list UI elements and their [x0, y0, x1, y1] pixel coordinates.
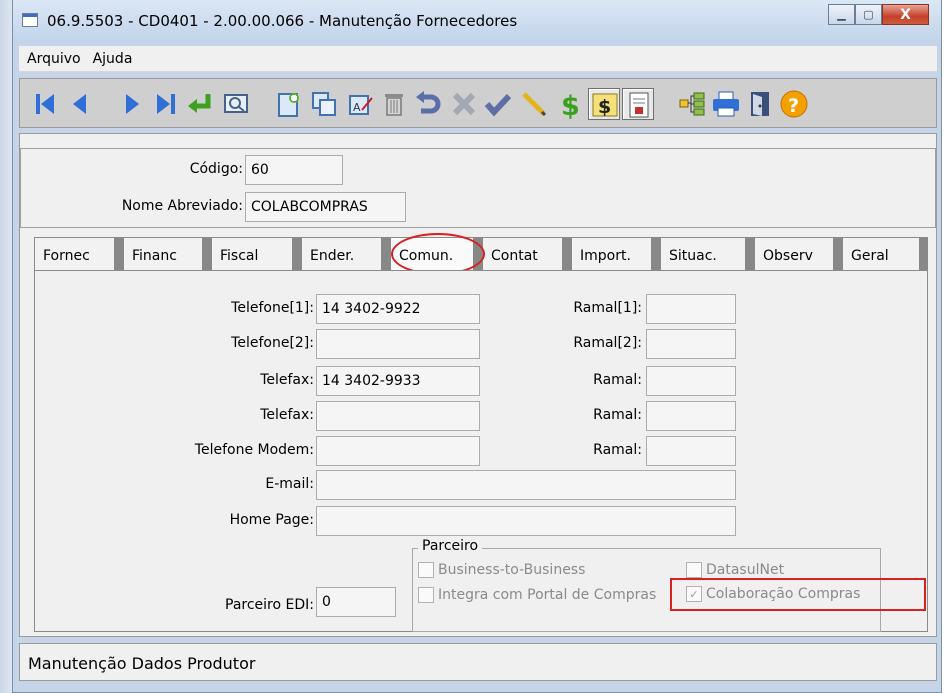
highlight-ellipse — [391, 233, 485, 275]
datasulnet-checkbox-label: DatasulNet — [706, 562, 785, 578]
b2b-checkbox-label: Business-to-Business — [438, 562, 586, 578]
svg-text:$: $ — [598, 96, 611, 118]
home-page-field[interactable] — [316, 506, 736, 536]
desktop-edge — [0, 0, 12, 693]
tab-import[interactable]: Import. — [571, 237, 660, 271]
ramal1-field[interactable] — [646, 294, 736, 324]
svg-text:$: $ — [561, 91, 580, 120]
b2b-checkbox[interactable]: Business-to-Business — [418, 562, 585, 578]
telefone2-field[interactable] — [316, 329, 480, 359]
application-window: 06.9.5503 - CD0401 - 2.00.00.066 - Manut… — [0, 0, 946, 693]
datasulnet-checkbox-box[interactable] — [686, 562, 702, 578]
header-section: Código: 60 Nome Abreviado: COLABCOMPRAS — [20, 148, 936, 228]
svg-text:A: A — [353, 101, 361, 114]
menu-ajuda[interactable]: Ajuda — [93, 51, 133, 67]
codigo-field[interactable]: 60 — [245, 155, 343, 185]
tab-financ[interactable]: Financ — [123, 237, 211, 271]
telefone1-label: Telefone[1]: — [231, 300, 314, 316]
email-label: E-mail: — [265, 476, 314, 492]
parceiro-edi-field[interactable]: 0 — [316, 587, 396, 617]
cancel-icon[interactable] — [448, 88, 480, 120]
search-icon[interactable] — [220, 88, 252, 120]
menu-bar: Arquivo Ajuda — [19, 46, 937, 72]
parceiro-edi-label: Parceiro EDI: — [225, 597, 314, 613]
exit-icon[interactable] — [744, 88, 776, 120]
portal-compras-checkbox-box[interactable] — [418, 587, 434, 603]
help-icon[interactable]: ? — [778, 88, 810, 120]
tab-observ[interactable]: Observ — [754, 237, 842, 271]
tree-icon[interactable] — [676, 88, 708, 120]
tab-fornec[interactable]: Fornec — [34, 237, 123, 271]
ramal3-label: Ramal: — [593, 372, 642, 388]
add-icon[interactable] — [272, 88, 304, 120]
next-record-icon[interactable] — [116, 88, 148, 120]
minimize-button[interactable]: ▁ — [828, 4, 855, 25]
nome-abreviado-field[interactable]: COLABCOMPRAS — [245, 192, 406, 222]
print-icon[interactable] — [710, 88, 742, 120]
close-button[interactable]: X — [882, 4, 929, 25]
tab-contat[interactable]: Contat — [482, 237, 571, 271]
codigo-label: Código: — [189, 161, 243, 177]
home-page-label: Home Page: — [229, 512, 314, 528]
confirm-icon[interactable] — [482, 88, 514, 120]
title-bar[interactable]: 06.9.5503 - CD0401 - 2.00.00.066 - Manut… — [13, 0, 941, 42]
dollar-icon[interactable]: $ — [554, 88, 586, 120]
edit-icon[interactable]: A — [344, 88, 376, 120]
content-panel: Código: 60 Nome Abreviado: COLABCOMPRAS … — [19, 133, 937, 637]
telefone2-label: Telefone[2]: — [231, 335, 314, 351]
window-title: 06.9.5503 - CD0401 - 2.00.00.066 - Manut… — [47, 12, 518, 30]
telefax2-label: Telefax: — [260, 407, 314, 423]
currency-button-icon[interactable]: $ — [588, 88, 620, 120]
tab-situac[interactable]: Situac. — [660, 237, 754, 271]
last-record-icon[interactable] — [150, 88, 182, 120]
ramal5-label: Ramal: — [593, 442, 642, 458]
maximize-button[interactable]: ▢ — [855, 4, 882, 25]
report-icon[interactable] — [622, 88, 654, 120]
undo-icon[interactable] — [412, 88, 444, 120]
telefone1-field[interactable]: 14 3402-9922 — [316, 294, 480, 324]
previous-record-icon[interactable] — [64, 88, 96, 120]
tab-fiscal[interactable]: Fiscal — [211, 237, 301, 271]
ramal2-field[interactable] — [646, 329, 736, 359]
highlight-rectangle — [670, 578, 926, 611]
email-field[interactable] — [316, 470, 736, 500]
copy-icon[interactable] — [308, 88, 340, 120]
b2b-checkbox-box[interactable] — [418, 562, 434, 578]
telefone-modem-label: Telefone Modem: — [194, 442, 314, 458]
delete-icon[interactable] — [378, 88, 410, 120]
svg-text:?: ? — [788, 95, 799, 117]
pencil-icon[interactable] — [518, 88, 550, 120]
parceiro-title: Parceiro — [418, 538, 483, 554]
nome-abreviado-label: Nome Abreviado: — [121, 198, 243, 214]
ramal4-label: Ramal: — [593, 407, 642, 423]
datasulnet-checkbox[interactable]: DatasulNet — [686, 562, 784, 578]
ramal2-label: Ramal[2]: — [573, 335, 642, 351]
ramal1-label: Ramal[1]: — [573, 300, 642, 316]
portal-compras-checkbox[interactable]: Integra com Portal de Compras — [418, 587, 656, 603]
telefax1-label: Telefax: — [260, 372, 314, 388]
first-record-icon[interactable] — [30, 88, 62, 120]
telefax2-field[interactable] — [316, 401, 480, 431]
status-bar: Manutenção Dados Produtor — [19, 643, 937, 681]
menu-arquivo[interactable]: Arquivo — [27, 51, 81, 67]
tab-ender[interactable]: Ender. — [301, 237, 390, 271]
toolbar: A $ $ ? — [19, 78, 937, 128]
window-frame: 06.9.5503 - CD0401 - 2.00.00.066 - Manut… — [12, 0, 942, 693]
ramal5-field[interactable] — [646, 436, 736, 466]
ramal4-field[interactable] — [646, 401, 736, 431]
tab-geral[interactable]: Geral — [842, 237, 928, 271]
window-controls: ▁ ▢ X — [828, 4, 929, 26]
portal-compras-checkbox-label: Integra com Portal de Compras — [438, 587, 657, 603]
telefax1-field[interactable]: 14 3402-9933 — [316, 366, 480, 396]
ramal3-field[interactable] — [646, 366, 736, 396]
app-icon[interactable] — [22, 13, 38, 27]
goto-icon[interactable] — [184, 88, 216, 120]
telefone-modem-field[interactable] — [316, 436, 480, 466]
